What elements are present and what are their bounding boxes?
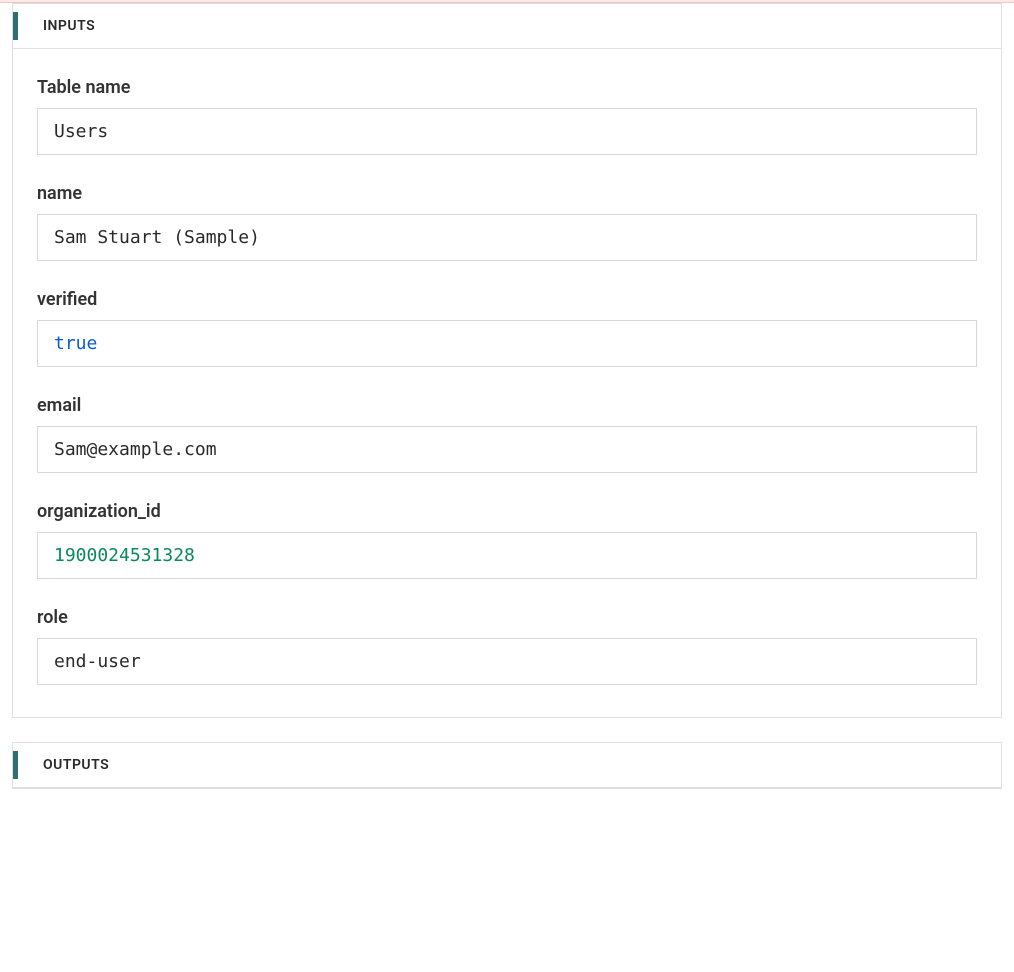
field-label-name: name [37,183,977,204]
value-text: 1900024531328 [54,545,195,566]
field-label-email: email [37,395,977,416]
value-text: Sam Stuart (Sample) [54,227,260,248]
field-name: name Sam Stuart (Sample) [37,183,977,261]
value-text: Sam@example.com [54,439,217,460]
inputs-body: Table name Users name Sam Stuart (Sample… [13,49,1001,717]
field-value-organization-id[interactable]: 1900024531328 [37,532,977,579]
inputs-title: INPUTS [43,18,95,34]
field-email: email Sam@example.com [37,395,977,473]
inputs-panel: INPUTS Table name Users name Sam Stuart … [12,3,1002,718]
field-value-role[interactable]: end-user [37,638,977,685]
field-label-table-name: Table name [37,77,977,98]
outputs-panel-header: OUTPUTS [13,743,1001,788]
outputs-panel: OUTPUTS [12,742,1002,789]
field-value-name[interactable]: Sam Stuart (Sample) [37,214,977,261]
value-text: Users [54,121,108,142]
field-label-verified: verified [37,289,977,310]
field-label-role: role [37,607,977,628]
field-label-organization-id: organization_id [37,501,977,522]
field-value-table-name[interactable]: Users [37,108,977,155]
value-text: end-user [54,651,141,672]
value-text: true [54,333,97,354]
field-organization-id: organization_id 1900024531328 [37,501,977,579]
field-value-verified[interactable]: true [37,320,977,367]
field-verified: verified true [37,289,977,367]
field-role: role end-user [37,607,977,685]
field-value-email[interactable]: Sam@example.com [37,426,977,473]
field-table-name: Table name Users [37,77,977,155]
inputs-panel-header: INPUTS [13,4,1001,49]
outputs-title: OUTPUTS [43,757,109,773]
